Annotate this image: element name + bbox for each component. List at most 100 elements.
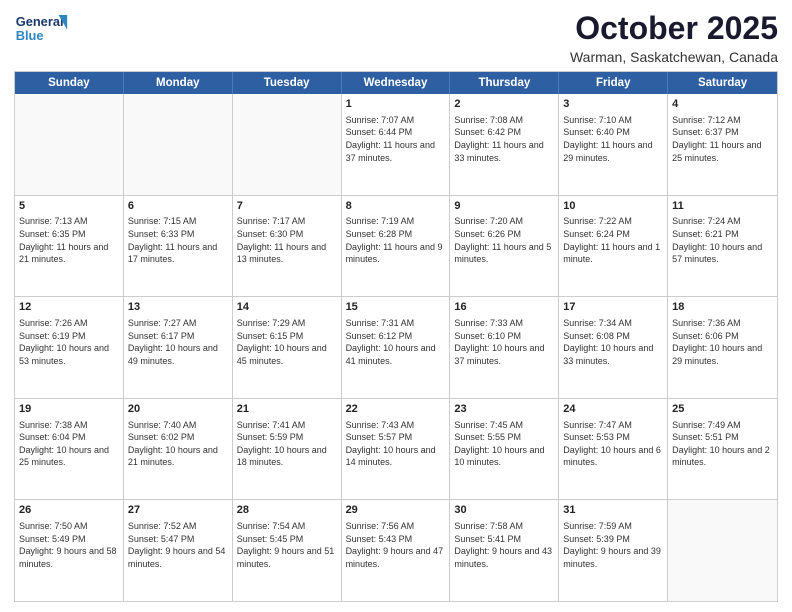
day-info: Sunrise: 7:33 AM Sunset: 6:10 PM Dayligh… <box>454 317 554 367</box>
day-info: Sunrise: 7:31 AM Sunset: 6:12 PM Dayligh… <box>346 317 446 367</box>
day-18: 18 Sunrise: 7:36 AM Sunset: 6:06 PM Dayli… <box>668 297 777 398</box>
day-info: Sunrise: 7:29 AM Sunset: 6:15 PM Dayligh… <box>237 317 337 367</box>
header-saturday: Saturday <box>668 72 777 94</box>
header-thursday: Thursday <box>450 72 559 94</box>
day-14: 14Sunrise: 7:29 AM Sunset: 6:15 PM Dayli… <box>233 297 342 398</box>
day-info: Sunrise: 7:40 AM Sunset: 6:02 PM Dayligh… <box>128 419 228 469</box>
day-info: Sunrise: 7:15 AM Sunset: 6:33 PM Dayligh… <box>128 215 228 265</box>
day-number: 13 <box>128 300 228 315</box>
day-31: 31Sunrise: 7:59 AM Sunset: 5:39 PM Dayli… <box>559 500 668 601</box>
empty-cell-w0-1 <box>124 94 233 195</box>
day-info: Sunrise: 7:43 AM Sunset: 5:57 PM Dayligh… <box>346 419 446 469</box>
day-4: 4Sunrise: 7:12 AM Sunset: 6:37 PM Daylig… <box>668 94 777 195</box>
day-13: 13 Sunrise: 7:27 AM Sunset: 6:17 PM Dayli… <box>124 297 233 398</box>
day-5: 5Sunrise: 7:13 AM Sunset: 6:35 PM Daylig… <box>15 196 124 297</box>
day-15: 15 Sunrise: 7:31 AM Sunset: 6:12 PM Dayli… <box>342 297 451 398</box>
day-2: 2Sunrise: 7:08 AM Sunset: 6:42 PM Daylig… <box>450 94 559 195</box>
day-22: 22 Sunrise: 7:43 AM Sunset: 5:57 PM Dayli… <box>342 399 451 500</box>
day-30: 30Sunrise: 7:58 AM Sunset: 5:41 PM Dayli… <box>450 500 559 601</box>
day-6: 6Sunrise: 7:15 AM Sunset: 6:33 PM Daylig… <box>124 196 233 297</box>
day-number: 26 <box>19 503 119 518</box>
day-23: 23 Sunrise: 7:45 AM Sunset: 5:55 PM Dayli… <box>450 399 559 500</box>
header: General Blue October 2025 Warman, Saskat… <box>14 10 778 65</box>
day-info: Sunrise: 7:26 AM Sunset: 6:19 PM Dayligh… <box>19 317 119 367</box>
day-number: 3 <box>563 97 663 112</box>
day-10: 10Sunrise: 7:22 AM Sunset: 6:24 PM Dayli… <box>559 196 668 297</box>
day-info: Sunrise: 7:27 AM Sunset: 6:17 PM Dayligh… <box>128 317 228 367</box>
day-25: 25Sunrise: 7:49 AM Sunset: 5:51 PM Dayli… <box>668 399 777 500</box>
week-row-4: 19 Sunrise: 7:38 AM Sunset: 6:04 PM Dayli… <box>15 398 777 500</box>
calendar: Sunday Monday Tuesday Wednesday Thursday… <box>14 71 778 602</box>
day-info: Sunrise: 7:36 AM Sunset: 6:06 PM Dayligh… <box>672 317 773 367</box>
day-number: 5 <box>19 199 119 214</box>
day-21: 21Sunrise: 7:41 AM Sunset: 5:59 PM Dayli… <box>233 399 342 500</box>
day-26: 26 Sunrise: 7:50 AM Sunset: 5:49 PM Dayli… <box>15 500 124 601</box>
day-number: 16 <box>454 300 554 315</box>
svg-text:Blue: Blue <box>16 28 44 43</box>
day-number: 23 <box>454 402 554 417</box>
day-info: Sunrise: 7:45 AM Sunset: 5:55 PM Dayligh… <box>454 419 554 469</box>
day-info: Sunrise: 7:12 AM Sunset: 6:37 PM Dayligh… <box>672 114 773 164</box>
day-info: Sunrise: 7:50 AM Sunset: 5:49 PM Dayligh… <box>19 520 119 570</box>
day-info: Sunrise: 7:17 AM Sunset: 6:30 PM Dayligh… <box>237 215 337 265</box>
day-info: Sunrise: 7:49 AM Sunset: 5:51 PM Dayligh… <box>672 419 773 469</box>
day-info: Sunrise: 7:56 AM Sunset: 5:43 PM Dayligh… <box>346 520 446 570</box>
day-number: 7 <box>237 199 337 214</box>
day-number: 19 <box>19 402 119 417</box>
day-number: 8 <box>346 199 446 214</box>
day-number: 10 <box>563 199 663 214</box>
day-info: Sunrise: 7:54 AM Sunset: 5:45 PM Dayligh… <box>237 520 337 570</box>
day-3: 3Sunrise: 7:10 AM Sunset: 6:40 PM Daylig… <box>559 94 668 195</box>
day-9: 9Sunrise: 7:20 AM Sunset: 6:26 PM Daylig… <box>450 196 559 297</box>
calendar-header: Sunday Monday Tuesday Wednesday Thursday… <box>15 72 777 94</box>
svg-text:General: General <box>16 14 64 29</box>
day-info: Sunrise: 7:34 AM Sunset: 6:08 PM Dayligh… <box>563 317 663 367</box>
day-1: 1Sunrise: 7:07 AM Sunset: 6:44 PM Daylig… <box>342 94 451 195</box>
day-info: Sunrise: 7:47 AM Sunset: 5:53 PM Dayligh… <box>563 419 663 469</box>
day-info: Sunrise: 7:38 AM Sunset: 6:04 PM Dayligh… <box>19 419 119 469</box>
calendar-body: 1Sunrise: 7:07 AM Sunset: 6:44 PM Daylig… <box>15 94 777 601</box>
empty-cell-w0-2 <box>233 94 342 195</box>
day-number: 20 <box>128 402 228 417</box>
day-number: 12 <box>19 300 119 315</box>
day-12: 12 Sunrise: 7:26 AM Sunset: 6:19 PM Dayli… <box>15 297 124 398</box>
day-number: 22 <box>346 402 446 417</box>
day-20: 20 Sunrise: 7:40 AM Sunset: 6:02 PM Dayli… <box>124 399 233 500</box>
header-friday: Friday <box>559 72 668 94</box>
day-number: 29 <box>346 503 446 518</box>
day-19: 19 Sunrise: 7:38 AM Sunset: 6:04 PM Dayli… <box>15 399 124 500</box>
day-24: 24 Sunrise: 7:47 AM Sunset: 5:53 PM Dayli… <box>559 399 668 500</box>
day-16: 16 Sunrise: 7:33 AM Sunset: 6:10 PM Dayli… <box>450 297 559 398</box>
day-number: 6 <box>128 199 228 214</box>
day-8: 8Sunrise: 7:19 AM Sunset: 6:28 PM Daylig… <box>342 196 451 297</box>
empty-cell-w0-0 <box>15 94 124 195</box>
day-number: 11 <box>672 199 773 214</box>
day-28: 28Sunrise: 7:54 AM Sunset: 5:45 PM Dayli… <box>233 500 342 601</box>
week-row-3: 12 Sunrise: 7:26 AM Sunset: 6:19 PM Dayli… <box>15 296 777 398</box>
day-number: 17 <box>563 300 663 315</box>
page: General Blue October 2025 Warman, Saskat… <box>0 0 792 612</box>
day-17: 17 Sunrise: 7:34 AM Sunset: 6:08 PM Dayli… <box>559 297 668 398</box>
day-number: 27 <box>128 503 228 518</box>
logo: General Blue <box>14 10 74 50</box>
day-number: 9 <box>454 199 554 214</box>
header-wednesday: Wednesday <box>342 72 451 94</box>
day-info: Sunrise: 7:58 AM Sunset: 5:41 PM Dayligh… <box>454 520 554 570</box>
day-27: 27Sunrise: 7:52 AM Sunset: 5:47 PM Dayli… <box>124 500 233 601</box>
week-row-1: 1Sunrise: 7:07 AM Sunset: 6:44 PM Daylig… <box>15 94 777 195</box>
day-number: 24 <box>563 402 663 417</box>
day-7: 7Sunrise: 7:17 AM Sunset: 6:30 PM Daylig… <box>233 196 342 297</box>
day-info: Sunrise: 7:22 AM Sunset: 6:24 PM Dayligh… <box>563 215 663 265</box>
week-row-2: 5Sunrise: 7:13 AM Sunset: 6:35 PM Daylig… <box>15 195 777 297</box>
day-number: 15 <box>346 300 446 315</box>
main-title: October 2025 <box>570 10 778 47</box>
title-block: October 2025 Warman, Saskatchewan, Canad… <box>570 10 778 65</box>
day-info: Sunrise: 7:24 AM Sunset: 6:21 PM Dayligh… <box>672 215 773 265</box>
header-sunday: Sunday <box>15 72 124 94</box>
day-11: 11Sunrise: 7:24 AM Sunset: 6:21 PM Dayli… <box>668 196 777 297</box>
day-number: 1 <box>346 97 446 112</box>
day-number: 2 <box>454 97 554 112</box>
day-number: 18 <box>672 300 773 315</box>
day-info: Sunrise: 7:13 AM Sunset: 6:35 PM Dayligh… <box>19 215 119 265</box>
day-number: 21 <box>237 402 337 417</box>
